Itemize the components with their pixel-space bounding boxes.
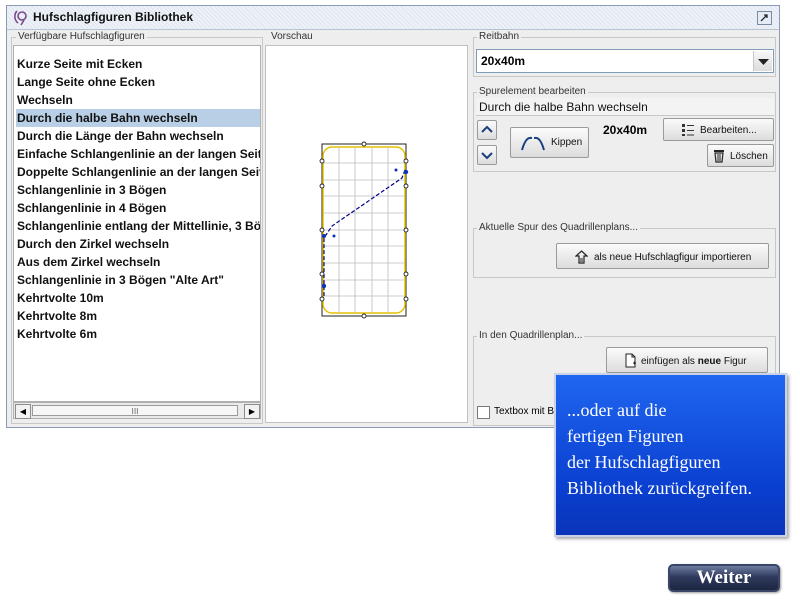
loeschen-button[interactable]: Löschen	[707, 144, 774, 167]
kippen-button[interactable]: Kippen	[510, 127, 589, 158]
arena-preview-drawing	[319, 141, 409, 319]
list-item[interactable]: Schlangenlinie in 3 Bögen "Alte Art"	[16, 271, 260, 289]
figure-list[interactable]: Kurze Seite mit Ecken Lange Seite ohne Ec…	[13, 45, 261, 402]
library-window: Hufschlagfiguren Bibliothek Verfügbare H…	[6, 5, 780, 428]
list-item[interactable]: Wechseln	[16, 91, 260, 109]
list-item[interactable]: Durch den Zirkel wechseln	[16, 235, 260, 253]
list-item[interactable]: Lange Seite ohne Ecken	[16, 73, 260, 91]
spurelement-name-field[interactable]: Durch die halbe Bahn wechseln	[476, 98, 774, 116]
aktuelle-spur-group-title: Aktuelle Spur des Quadrillenplans...	[477, 222, 640, 233]
arena-size-label: 20x40m	[603, 123, 648, 137]
insert-document-icon	[625, 353, 636, 368]
trash-icon	[714, 150, 724, 163]
scroll-right-button[interactable]: ▶	[244, 404, 260, 419]
list-item[interactable]: Schlangenlinie in 4 Bögen	[16, 199, 260, 217]
quadrillenplan-group-title: In den Quadrillenplan...	[477, 330, 585, 341]
window-title: Hufschlagfiguren Bibliothek	[33, 10, 194, 24]
insert-new-figure-button[interactable]: einfügen als neue Figur	[606, 347, 768, 373]
tutorial-tooltip: ...oder auf die fertigen Figuren der Huf…	[554, 373, 787, 537]
app-logo-icon	[13, 9, 29, 26]
tooltip-line-1: ...oder auf die	[567, 400, 667, 420]
list-horizontal-scrollbar[interactable]: ◀ III ▶	[13, 402, 261, 419]
flip-curve-icon	[521, 136, 545, 151]
preview-group-title: Vorschau	[269, 31, 315, 42]
spurelement-group-title: Spurelement bearbeiten	[477, 86, 588, 97]
import-icon	[575, 250, 588, 264]
title-bar[interactable]: Hufschlagfiguren Bibliothek	[7, 6, 779, 30]
restore-icon	[760, 14, 768, 22]
edit-list-icon	[682, 124, 694, 136]
move-up-button[interactable]	[477, 120, 497, 140]
list-item[interactable]: Durch die halbe Bahn wechseln	[16, 109, 260, 127]
list-item[interactable]: Kurze Seite mit Ecken	[16, 55, 260, 73]
reitbahn-select[interactable]: 20x40m	[476, 49, 774, 73]
reitbahn-selected-value: 20x40m	[481, 54, 526, 68]
insert-new-figure-label: einfügen als neue Figur	[641, 356, 747, 367]
preview-panel	[265, 45, 468, 423]
kippen-label: Kippen	[551, 137, 583, 148]
list-item[interactable]: Kehrtvolte 10m	[16, 289, 260, 307]
tooltip-line-4: Bibliothek zurückgreifen.	[567, 478, 752, 498]
textbox-checkbox-label: Textbox mit B	[494, 406, 555, 417]
move-down-button[interactable]	[477, 145, 497, 165]
list-item[interactable]: Kehrtvolte 6m	[16, 325, 260, 343]
bearbeiten-label: Bearbeiten...	[700, 125, 757, 136]
bearbeiten-button[interactable]: Bearbeiten...	[663, 118, 774, 141]
spurelement-name: Durch die halbe Bahn wechseln	[479, 100, 648, 114]
loeschen-label: Löschen	[730, 151, 768, 162]
tooltip-line-2: fertigen Figuren	[567, 426, 684, 446]
chevron-down-icon	[758, 59, 769, 65]
scroll-thumb[interactable]: III	[32, 405, 238, 416]
list-item[interactable]: Schlangenlinie entlang der Mittellinie, …	[16, 217, 260, 235]
import-figure-label: als neue Hufschlagfigur importieren	[594, 252, 752, 263]
restore-button[interactable]	[757, 11, 772, 25]
weiter-button[interactable]: Weiter	[668, 564, 780, 592]
library-group-title: Verfügbare Hufschlagfiguren	[16, 31, 147, 42]
list-item[interactable]: Aus dem Zirkel wechseln	[16, 253, 260, 271]
list-item[interactable]: Schlangenlinie in 3 Bögen	[16, 181, 260, 199]
import-figure-button[interactable]: als neue Hufschlagfigur importieren	[556, 243, 769, 269]
chevron-down-icon	[481, 152, 493, 160]
scroll-left-button[interactable]: ◀	[15, 404, 31, 419]
dropdown-button[interactable]	[753, 51, 772, 71]
textbox-checkbox[interactable]	[477, 406, 490, 419]
chevron-up-icon	[481, 125, 493, 133]
tooltip-line-3: der Hufschlagfiguren	[567, 452, 721, 472]
list-item[interactable]: Durch die Länge der Bahn wechseln	[16, 127, 260, 145]
list-item[interactable]: Einfache Schlangenlinie an der langen Se…	[16, 145, 260, 163]
list-item[interactable]: Kehrtvolte 8m	[16, 307, 260, 325]
list-item[interactable]: Doppelte Schlangenlinie an der langen Se…	[16, 163, 260, 181]
reitbahn-group-title: Reitbahn	[477, 31, 522, 42]
